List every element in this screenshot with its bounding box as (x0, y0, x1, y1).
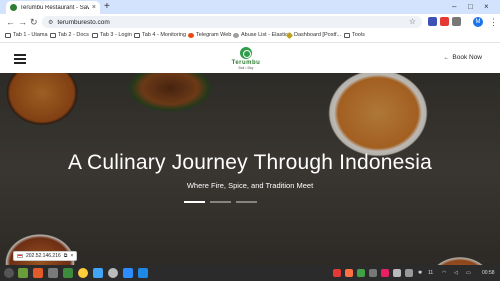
app-icon[interactable] (123, 268, 133, 278)
browser-menu-icon[interactable]: ⋮ (489, 16, 498, 28)
bookmark-item[interactable]: Telegram Web (188, 32, 231, 38)
app-icon[interactable] (108, 268, 118, 278)
folder-icon (50, 32, 56, 38)
forward-arrow-icon[interactable]: → (18, 16, 27, 28)
terminal-icon[interactable] (48, 268, 58, 278)
tray-icon[interactable] (393, 269, 401, 277)
wifi-icon[interactable]: ◠ (442, 269, 446, 277)
vscode-icon[interactable] (138, 268, 148, 278)
browser-tab[interactable]: Terumbu Restaurant - Savo × (6, 1, 100, 14)
tab-title: Terumbu Restaurant - Savo (20, 4, 89, 11)
site-favicon-icon (10, 4, 17, 11)
bluetooth-icon[interactable]: ✱ (418, 269, 422, 277)
bookmark-item[interactable]: Tab 3 - Login (92, 32, 132, 38)
reload-icon[interactable]: ↻ (30, 16, 38, 28)
hamburger-menu-icon[interactable] (14, 54, 26, 64)
slide-indicator[interactable] (210, 201, 231, 203)
hero-subtitle: Where Fire, Spice, and Tradition Meet (186, 181, 314, 190)
maximize-button[interactable]: □ (468, 2, 473, 12)
browser-toolbar: ← → ↻ ⚙ terumburesto.com ☆ M ⋮ (0, 14, 500, 30)
bookmark-item[interactable]: Tab 4 - Monitoring (134, 32, 186, 38)
site-header: Terumbu Bali • Bay ← Book Now (0, 44, 500, 73)
hero-title: A Culinary Journey Through Indonesia (67, 151, 433, 174)
minimize-button[interactable]: – (452, 2, 456, 12)
address-bar[interactable]: ⚙ terumburesto.com ☆ (42, 16, 422, 28)
folder-icon (344, 32, 350, 38)
new-tab-button[interactable]: + (104, 2, 110, 12)
ip-status-chip: 202.52.146.216 ⧉ × (13, 251, 78, 261)
bookmark-item[interactable]: Tab 2 - Docs (50, 32, 89, 38)
browser-tabstrip: Terumbu Restaurant - Savo × + – □ × (0, 0, 500, 14)
tray-icon[interactable] (333, 269, 341, 277)
battery-icon[interactable]: ▭ (466, 269, 471, 277)
bookmark-item[interactable]: Tools (344, 32, 365, 38)
book-now-button[interactable]: ← Book Now (443, 54, 482, 61)
tray-icon[interactable] (369, 269, 377, 277)
tray-icon[interactable] (381, 269, 389, 277)
tab-close-icon[interactable]: × (92, 4, 96, 11)
flag-icon (17, 254, 23, 258)
folder-icon (92, 32, 98, 38)
tray-icon[interactable] (357, 269, 365, 277)
bookmark-item[interactable]: Abuse List - Elastic (233, 32, 288, 38)
telegram-icon (188, 32, 194, 38)
ip-address: 202.52.146.216 (26, 253, 61, 259)
logo-mark-icon (240, 47, 252, 59)
chrome-icon[interactable] (78, 268, 88, 278)
book-now-label: Book Now (452, 54, 482, 61)
bookmark-item[interactable]: Dashboard [Postf... (285, 31, 341, 39)
dashboard-icon (285, 31, 294, 39)
hero-banner: A Culinary Journey Through Indonesia Whe… (0, 73, 500, 265)
extensions-puzzle-icon[interactable] (452, 17, 461, 26)
bookmark-star-icon[interactable]: ☆ (409, 17, 416, 27)
app-icon[interactable] (93, 268, 103, 278)
file-manager-icon[interactable] (18, 268, 28, 278)
url-text: terumburesto.com (57, 18, 110, 26)
logo-tagline: Bali • Bay (238, 66, 254, 70)
start-menu-icon[interactable] (4, 268, 14, 278)
bookmark-item[interactable]: Tab 1 - Utama (5, 32, 48, 38)
back-arrow-icon[interactable]: ← (6, 16, 15, 28)
close-window-button[interactable]: × (484, 2, 489, 12)
folder-icon (134, 32, 140, 38)
copy-icon[interactable]: ⧉ (64, 253, 68, 259)
folder-icon (5, 32, 11, 38)
tray-icon[interactable] (405, 269, 413, 277)
slider-indicators (184, 201, 257, 203)
clock[interactable]: 00:58 (482, 269, 495, 277)
tray-badge: 11 (428, 270, 434, 276)
bookmarks-bar: Tab 1 - Utama Tab 2 - Docs Tab 3 - Login… (0, 30, 500, 43)
volume-icon[interactable]: ◁ (454, 269, 458, 277)
arrow-left-icon: ← (443, 54, 450, 61)
slide-indicator[interactable] (236, 201, 257, 203)
extension-icon[interactable] (440, 17, 449, 26)
tray-icon[interactable] (345, 269, 353, 277)
site-info-icon[interactable]: ⚙ (48, 19, 53, 26)
profile-avatar[interactable]: M (473, 17, 483, 27)
globe-icon (233, 32, 239, 38)
site-logo[interactable]: Terumbu Bali • Bay (226, 47, 266, 70)
app-icon[interactable] (63, 268, 73, 278)
app-icon[interactable] (33, 268, 43, 278)
slide-indicator[interactable] (184, 201, 205, 203)
extension-icon[interactable] (428, 17, 437, 26)
os-taskbar: ✱ 11 ◠ ◁ ▭ 00:58 (0, 265, 500, 281)
chip-close-icon[interactable]: × (70, 253, 73, 259)
